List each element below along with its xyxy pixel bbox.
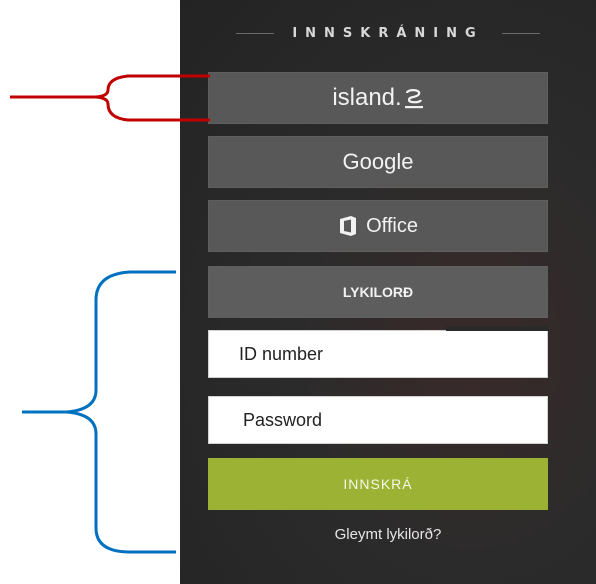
panel-title: INNSKRÁNING xyxy=(292,25,484,41)
panel-header: INNSKRÁNING xyxy=(180,22,596,44)
password-text: Password xyxy=(243,409,323,430)
island-label: island. xyxy=(332,84,402,111)
office-icon xyxy=(338,215,358,237)
field-cover xyxy=(446,326,548,331)
password-tab-label: LYKILORÐ xyxy=(342,284,414,300)
google-label: Google xyxy=(342,149,414,174)
login-button[interactable]: INNSKRÁ xyxy=(208,458,548,510)
forgot-password-link[interactable]: Gleymt lykilorð? xyxy=(180,526,596,543)
blue-brace xyxy=(22,270,176,554)
password-field[interactable]: Password xyxy=(208,396,548,444)
island-is-mark-icon xyxy=(404,87,424,109)
island-login-button[interactable]: island. xyxy=(208,72,548,124)
title-divider-left xyxy=(236,32,275,34)
title-divider-right xyxy=(501,32,540,34)
id-number-field[interactable]: ID number xyxy=(208,330,548,378)
id-number-text: ID number xyxy=(239,343,324,364)
password-login-tab[interactable]: LYKILORÐ xyxy=(208,266,548,318)
office-login-button[interactable]: Office xyxy=(208,200,548,252)
office-label: Office xyxy=(366,214,418,237)
login-panel: INNSKRÁNING island. Google Office LYKILO… xyxy=(180,0,596,584)
login-label: INNSKRÁ xyxy=(343,476,413,492)
google-login-button[interactable]: Google xyxy=(208,136,548,188)
